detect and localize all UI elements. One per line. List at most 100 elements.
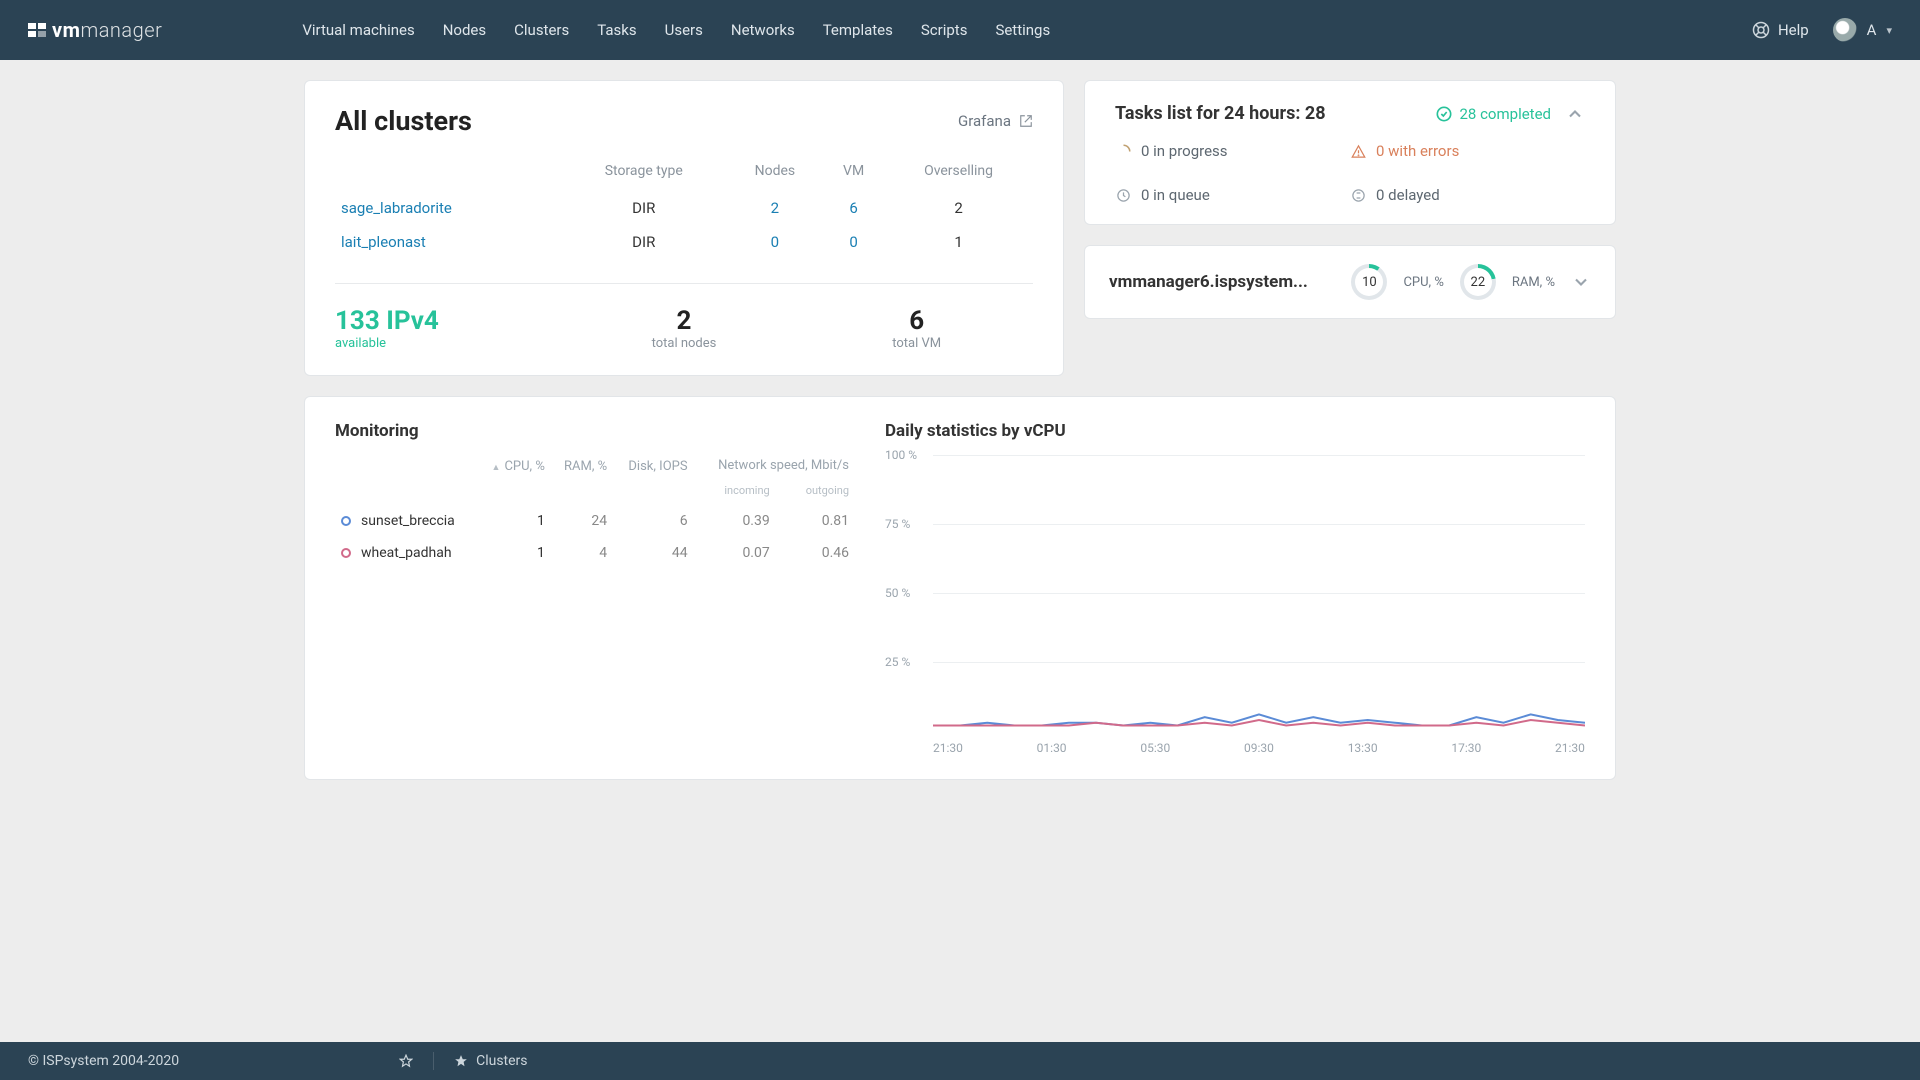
ip-available: 133 IPv4 — [335, 306, 568, 336]
monitoring-table: ▲CPU, % RAM, % Disk, IOPS Network speed,… — [335, 455, 855, 569]
cell-oversell: 2 — [884, 191, 1033, 225]
tasks-delayed: 0 delayed — [1350, 186, 1585, 204]
mon-col-cpu[interactable]: ▲CPU, % — [477, 455, 551, 484]
col-storage: Storage type — [561, 155, 727, 191]
total-nodes-sub: total nodes — [568, 336, 801, 351]
logo-icon — [28, 23, 46, 37]
clock-icon — [1115, 187, 1131, 203]
chart-title: Daily statistics by vCPU — [885, 421, 1585, 441]
monitoring-card: Monitoring ▲CPU, % RAM, % Disk, IOPS Net… — [304, 396, 1616, 780]
node-summary-card: vmmanager6.ispsystem... 10 CPU, % 22 RAM… — [1084, 245, 1616, 319]
collapse-icon[interactable] — [1565, 104, 1585, 124]
mon-col-net[interactable]: Network speed, Mbit/s — [694, 455, 855, 484]
nav-tasks[interactable]: Tasks — [597, 21, 636, 39]
nav-users[interactable]: Users — [665, 21, 703, 39]
tasks-in-queue: 0 in queue — [1115, 186, 1350, 204]
nav-clusters[interactable]: Clusters — [514, 21, 569, 39]
clusters-stats: 133 IPv4 available 2 total nodes 6 total… — [335, 283, 1033, 351]
separator — [433, 1052, 434, 1070]
copyright: © ISPsystem 2004-2020 — [28, 1053, 179, 1069]
cell-nodes[interactable]: 2 — [771, 199, 779, 217]
mon-col-net-out: outgoing — [776, 484, 855, 505]
logo-bold: vm — [52, 18, 80, 42]
help-label: Help — [1778, 21, 1809, 39]
mon-col-ram[interactable]: RAM, % — [551, 455, 613, 484]
help-icon — [1752, 21, 1770, 39]
vcpu-chart: 100 %75 %50 %25 %21:3001:3005:3009:3013:… — [885, 455, 1585, 755]
nav-networks[interactable]: Networks — [731, 21, 795, 39]
footer: © ISPsystem 2004-2020 Clusters — [0, 1042, 1920, 1080]
total-vm: 6 — [800, 306, 1033, 336]
x-tick: 13:30 — [1348, 741, 1378, 755]
y-tick: 50 % — [885, 586, 910, 600]
nav-scripts[interactable]: Scripts — [921, 21, 968, 39]
ram-label: RAM, % — [1512, 275, 1555, 290]
main-nav: Virtual machines Nodes Clusters Tasks Us… — [302, 21, 1050, 39]
chevron-down-icon: ▾ — [1886, 24, 1892, 37]
nav-nodes[interactable]: Nodes — [443, 21, 486, 39]
warning-icon — [1350, 143, 1366, 159]
tasks-with-errors: 0 with errors — [1350, 142, 1585, 160]
nav-templates[interactable]: Templates — [823, 21, 893, 39]
ip-available-sub: available — [335, 336, 568, 351]
clusters-card: All clusters Grafana Storage type Nodes … — [304, 80, 1064, 376]
user-menu[interactable]: A ▾ — [1833, 18, 1892, 42]
cell-vm[interactable]: 0 — [849, 233, 857, 251]
logo-light: manager — [80, 18, 162, 42]
tasks-title: Tasks list for 24 hours: 28 — [1115, 103, 1326, 124]
nav-settings[interactable]: Settings — [995, 21, 1050, 39]
cluster-link[interactable]: lait_pleonast — [341, 233, 426, 251]
hourglass-icon — [1350, 187, 1366, 203]
x-tick: 09:30 — [1244, 741, 1274, 755]
clusters-title: All clusters — [335, 105, 472, 137]
table-row: sage_labradorite DIR 2 6 2 — [335, 191, 1033, 225]
topbar: vmmanager Virtual machines Nodes Cluster… — [0, 0, 1920, 60]
x-tick: 21:30 — [1555, 741, 1585, 755]
grafana-link[interactable]: Grafana — [958, 112, 1033, 130]
x-tick: 05:30 — [1140, 741, 1170, 755]
check-circle-icon — [1436, 106, 1452, 122]
mon-col-disk[interactable]: Disk, IOPS — [613, 455, 693, 484]
x-tick: 01:30 — [1037, 741, 1067, 755]
tasks-in-progress: 0 in progress — [1115, 142, 1350, 160]
y-tick: 100 % — [885, 448, 917, 462]
monitoring-title: Monitoring — [335, 421, 855, 441]
chart-area: Daily statistics by vCPU 100 %75 %50 %25… — [885, 421, 1585, 755]
col-vm: VM — [823, 155, 884, 191]
logo[interactable]: vmmanager — [28, 18, 162, 42]
avatar — [1833, 18, 1857, 42]
spinner-icon — [1115, 143, 1131, 159]
col-oversell: Overselling — [884, 155, 1033, 191]
help-link[interactable]: Help — [1752, 21, 1809, 39]
cell-nodes[interactable]: 0 — [771, 233, 779, 251]
cluster-link[interactable]: sage_labradorite — [341, 199, 452, 217]
node-name: vmmanager6.ispsystem... — [1109, 272, 1335, 292]
x-tick: 21:30 — [933, 741, 963, 755]
cpu-label: CPU, % — [1403, 275, 1443, 290]
total-vm-sub: total VM — [800, 336, 1033, 351]
y-tick: 75 % — [885, 517, 910, 531]
clusters-table: Storage type Nodes VM Overselling sage_l… — [335, 155, 1033, 259]
cell-vm[interactable]: 6 — [849, 199, 857, 217]
col-nodes: Nodes — [727, 155, 824, 191]
user-name: A — [1867, 21, 1877, 39]
cell-oversell: 1 — [884, 225, 1033, 259]
cell-storage: DIR — [561, 225, 727, 259]
table-row: sunset_breccia 1 24 6 0.39 0.81 — [335, 505, 855, 537]
nav-vm[interactable]: Virtual machines — [302, 21, 414, 39]
series-dot-icon — [341, 516, 351, 526]
sort-icon: ▲ — [492, 463, 501, 473]
x-tick: 17:30 — [1451, 741, 1481, 755]
breadcrumb-clusters[interactable]: Clusters — [454, 1053, 527, 1069]
star-outline-icon[interactable] — [399, 1054, 413, 1068]
expand-icon[interactable] — [1571, 272, 1591, 292]
cell-storage: DIR — [561, 191, 727, 225]
table-row: lait_pleonast DIR 0 0 1 — [335, 225, 1033, 259]
grafana-label: Grafana — [958, 112, 1011, 130]
mon-col-net-in: incoming — [694, 484, 776, 505]
tasks-completed: 28 completed — [1436, 105, 1552, 123]
external-link-icon — [1019, 114, 1033, 128]
table-row: wheat_padhah 1 4 44 0.07 0.46 — [335, 537, 855, 569]
ram-ring: 22 — [1460, 264, 1496, 300]
cpu-ring: 10 — [1351, 264, 1387, 300]
